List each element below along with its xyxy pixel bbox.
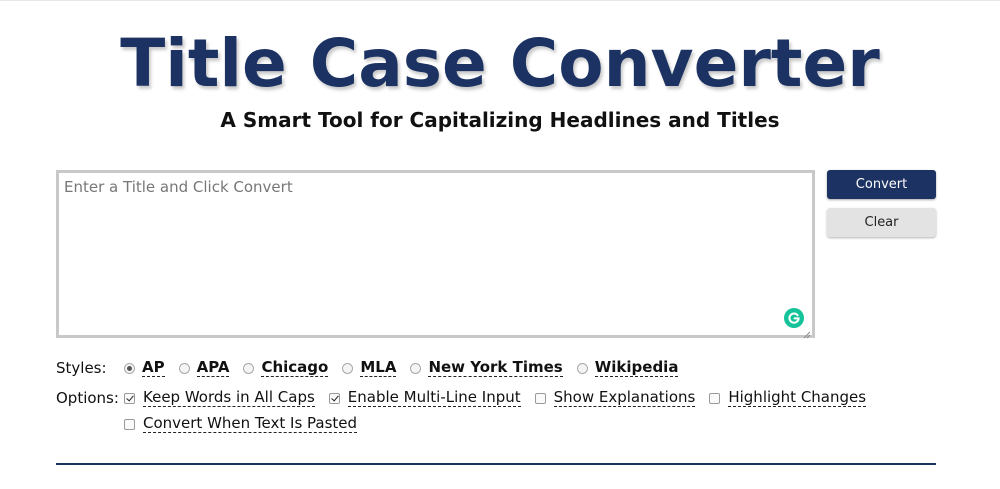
radio-apa[interactable] [178, 362, 190, 374]
styles-label: Styles: [56, 359, 107, 377]
option-show-explanations[interactable]: Show Explanations [534, 389, 696, 407]
radio-wikipedia[interactable] [576, 362, 588, 374]
page: Title Case Converter A Smart Tool for Ca… [0, 0, 1000, 489]
style-label-nyt[interactable]: New York Times [428, 359, 563, 377]
clear-button[interactable]: Clear [827, 208, 936, 237]
page-subtitle: A Smart Tool for Capitalizing Headlines … [220, 108, 780, 132]
styles-row: Styles: AP APA Chicago MLA New York Time… [56, 357, 679, 379]
style-label-wikipedia[interactable]: Wikipedia [594, 359, 679, 377]
section-divider [56, 463, 936, 465]
radio-nyt[interactable] [410, 362, 422, 374]
top-border [0, 0, 1000, 1]
options-row: Options: Keep Words in All Caps Enable M… [56, 387, 867, 409]
option-convert-on-paste[interactable]: Convert When Text Is Pasted [124, 415, 358, 433]
option-keep-caps[interactable]: Keep Words in All Caps [124, 389, 315, 407]
option-highlight-changes[interactable]: Highlight Changes [709, 389, 867, 407]
option-label-convert-on-paste[interactable]: Convert When Text Is Pasted [143, 415, 358, 433]
option-multi-line[interactable]: Enable Multi-Line Input [328, 389, 521, 407]
checkbox-highlight-changes[interactable] [709, 392, 721, 404]
option-label-show-explanations[interactable]: Show Explanations [553, 389, 696, 407]
option-label-highlight-changes[interactable]: Highlight Changes [728, 389, 867, 407]
radio-mla[interactable] [342, 362, 354, 374]
style-label-ap[interactable]: AP [142, 359, 165, 377]
style-label-chicago[interactable]: Chicago [261, 359, 329, 377]
option-label-keep-caps[interactable]: Keep Words in All Caps [143, 389, 315, 407]
options-label: Options: [56, 389, 119, 407]
grammarly-icon[interactable] [784, 308, 804, 328]
convert-button[interactable]: Convert [827, 170, 936, 199]
style-option-nyt[interactable]: New York Times [410, 359, 563, 377]
page-title: Title Case Converter [120, 25, 880, 102]
checkbox-show-explanations[interactable] [534, 392, 546, 404]
options-row-2: Convert When Text Is Pasted [124, 413, 358, 435]
style-option-chicago[interactable]: Chicago [243, 359, 329, 377]
checkbox-multi-line[interactable] [328, 392, 340, 404]
style-option-ap[interactable]: AP [124, 359, 165, 377]
option-label-multi-line[interactable]: Enable Multi-Line Input [347, 389, 521, 407]
style-option-apa[interactable]: APA [178, 359, 230, 377]
style-option-wikipedia[interactable]: Wikipedia [576, 359, 679, 377]
resize-handle-icon[interactable] [803, 326, 811, 339]
title-input-container [56, 170, 815, 339]
style-option-mla[interactable]: MLA [342, 359, 397, 377]
style-label-apa[interactable]: APA [196, 359, 230, 377]
radio-ap[interactable] [124, 362, 135, 374]
checkbox-keep-caps[interactable] [124, 392, 135, 404]
checkbox-convert-on-paste[interactable] [124, 418, 135, 430]
style-label-mla[interactable]: MLA [360, 359, 397, 377]
radio-chicago[interactable] [243, 362, 255, 374]
title-input[interactable] [59, 173, 812, 335]
